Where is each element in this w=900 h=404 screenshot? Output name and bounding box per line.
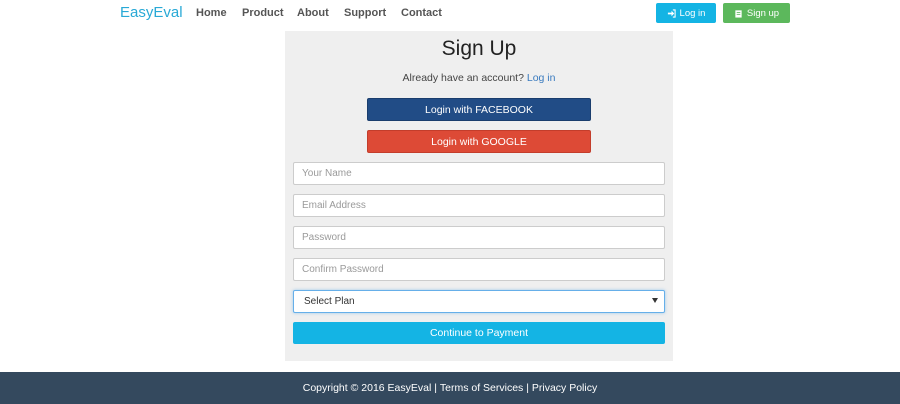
name-field[interactable] xyxy=(293,162,665,185)
footer-copyright: Copyright © 2016 EasyEval xyxy=(302,382,432,394)
sign-in-icon xyxy=(667,8,676,18)
nav-contact[interactable]: Contact xyxy=(401,7,442,19)
caret-down-icon xyxy=(652,298,658,303)
account-prompt: Already have an account? Log in xyxy=(285,72,673,84)
navbar: EasyEval Home Product About Support Cont… xyxy=(0,0,900,28)
login-link[interactable]: Log in xyxy=(527,72,556,84)
brand-logo[interactable]: EasyEval xyxy=(120,4,183,21)
confirm-password-field[interactable] xyxy=(293,258,665,281)
continue-to-payment-button[interactable]: Continue to Payment xyxy=(293,322,665,344)
footer-separator: | xyxy=(431,382,440,394)
nav-about[interactable]: About xyxy=(297,7,329,19)
page: EasyEval Home Product About Support Cont… xyxy=(0,0,900,404)
footer-separator: | xyxy=(523,382,532,394)
google-login-button[interactable]: Login with GOOGLE xyxy=(367,130,591,153)
signup-button-label: Sign up xyxy=(746,7,780,19)
signup-button[interactable]: Sign up xyxy=(723,3,790,23)
terms-link[interactable]: Terms of Services xyxy=(440,382,523,394)
signup-panel: Sign Up Already have an account? Log in … xyxy=(285,31,673,361)
nav-home[interactable]: Home xyxy=(196,7,227,19)
footer: Copyright © 2016 EasyEval | Terms of Ser… xyxy=(0,372,900,404)
page-title: Sign Up xyxy=(441,37,517,60)
password-field[interactable] xyxy=(293,226,665,249)
privacy-link[interactable]: Privacy Policy xyxy=(532,382,597,394)
nav-support[interactable]: Support xyxy=(344,7,386,19)
clipboard-icon xyxy=(734,9,743,18)
login-button-label: Log in xyxy=(679,7,706,19)
account-prompt-text: Already have an account? xyxy=(402,72,524,84)
nav-product[interactable]: Product xyxy=(242,7,284,19)
plan-select[interactable]: Select Plan xyxy=(293,290,665,313)
email-field[interactable] xyxy=(293,194,665,217)
login-button[interactable]: Log in xyxy=(656,3,716,23)
facebook-login-button[interactable]: Login with FACEBOOK xyxy=(367,98,591,121)
plan-select-value: Select Plan xyxy=(304,296,355,307)
